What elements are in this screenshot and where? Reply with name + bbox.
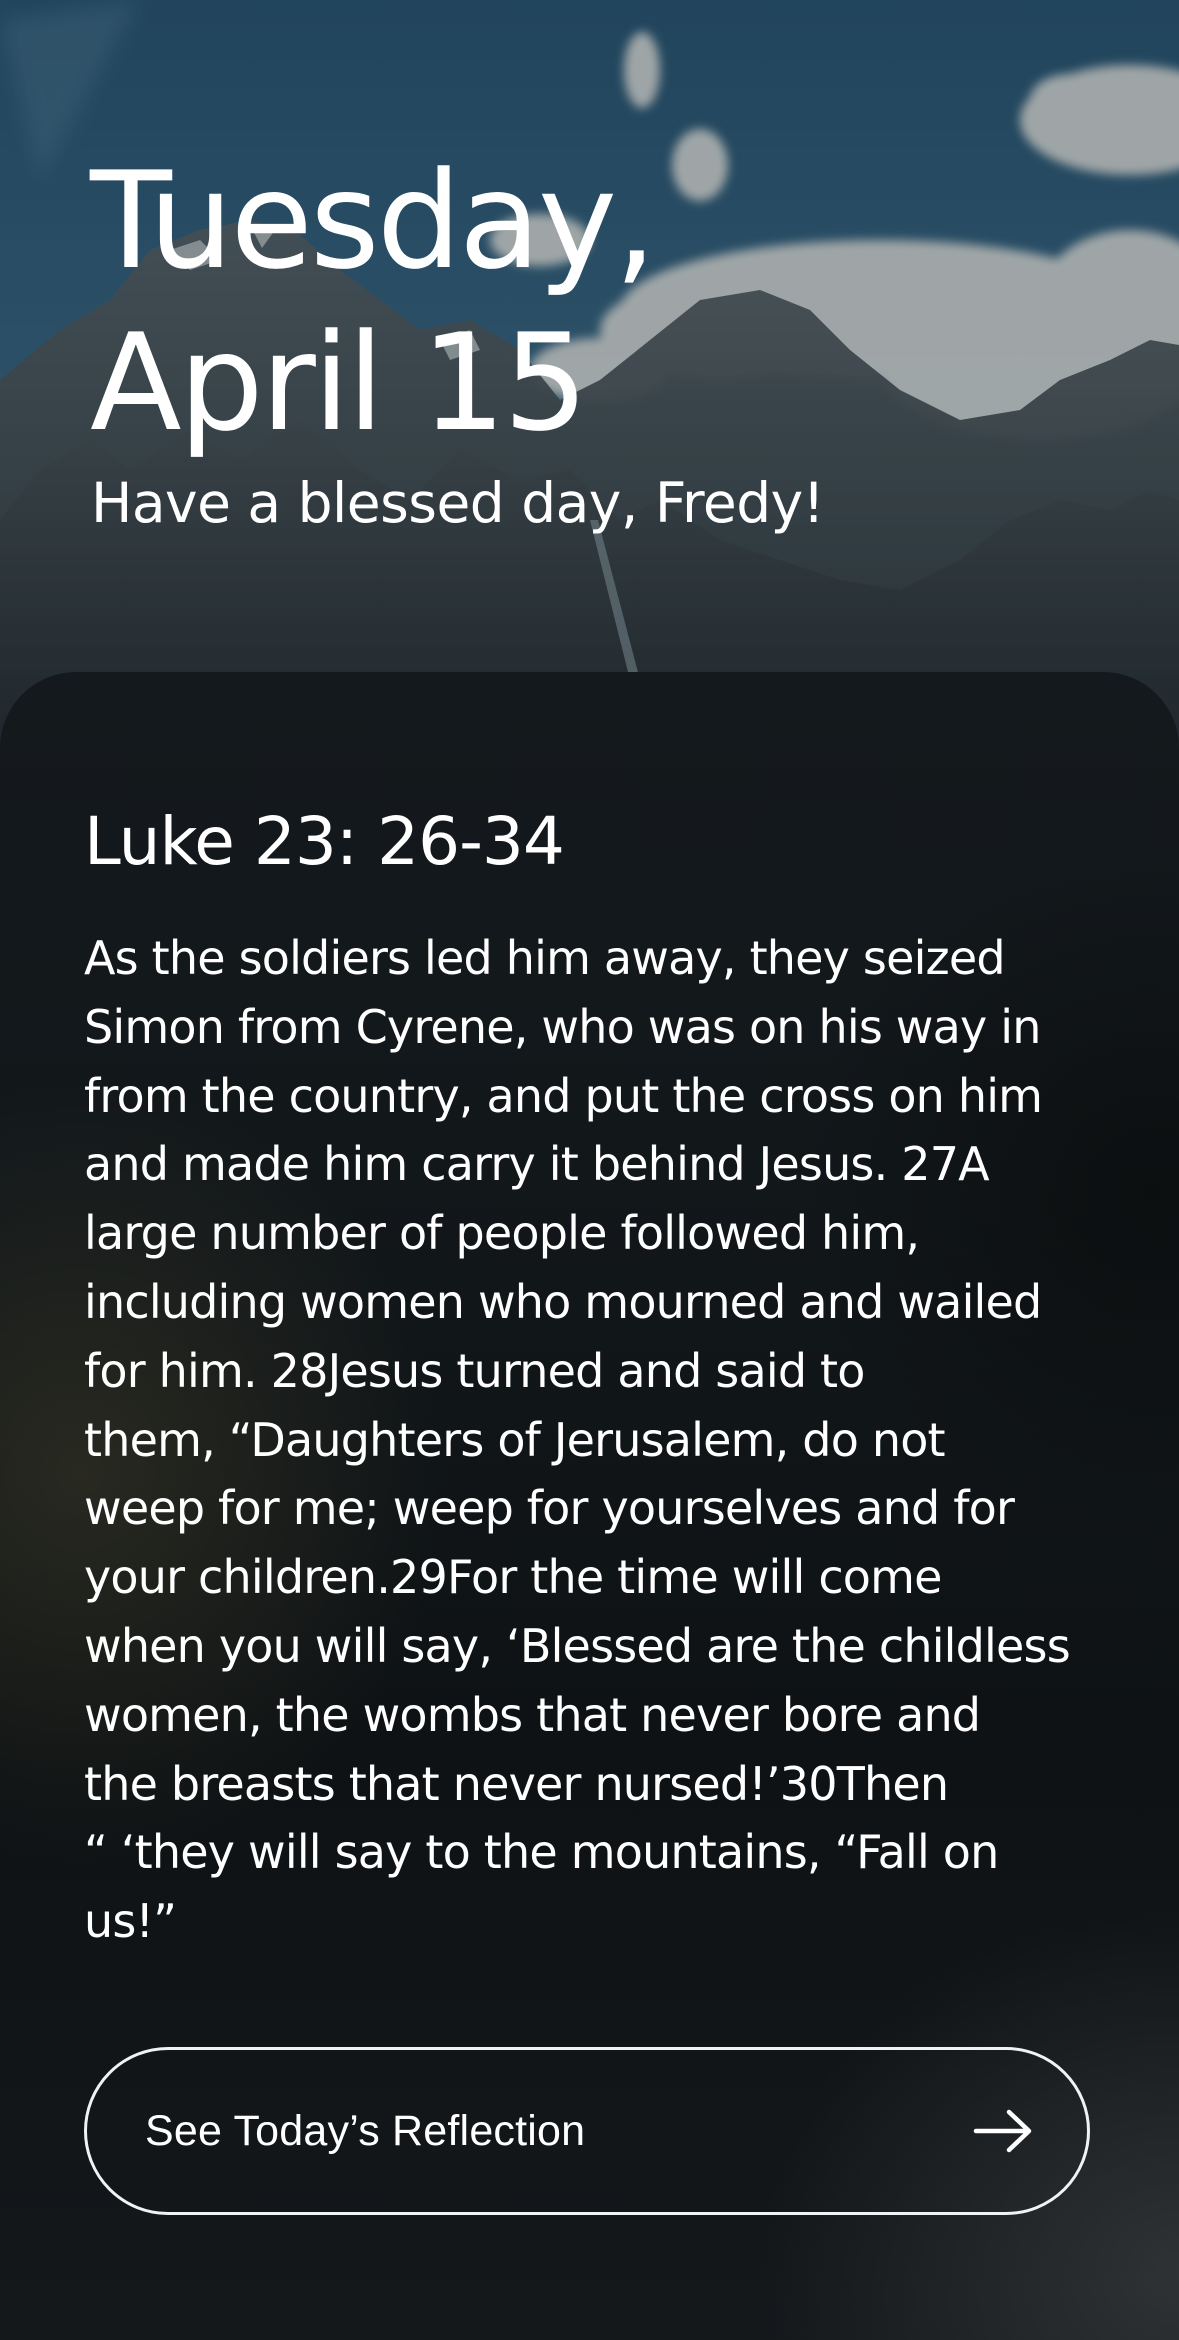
verse-line: women, the wombs that never bore and: [84, 1687, 981, 1742]
verse-text: As the soldiers led him away, they seize…: [84, 924, 1094, 1956]
verse-line: As the soldiers led him away, they seize…: [84, 931, 1006, 985]
date-heading: Tuesday, April 15: [90, 140, 657, 464]
verse-line: them, “Daughters of Jerusalem, do not: [84, 1412, 946, 1467]
verse-line: Simon from Cyrene, who was on his way in: [84, 999, 1041, 1054]
verse-line: and made him carry it behind Jesus. 27A: [84, 1137, 990, 1192]
verse-reference: Luke 23: 26-34: [84, 803, 565, 880]
verse-line: us!”: [84, 1894, 177, 1949]
hero-background: Tuesday, April 15 Have a blessed day, Fr…: [0, 0, 1179, 760]
see-reflection-label: See Today’s Reflection: [145, 2106, 586, 2155]
verse-line: large number of people followed him,: [84, 1206, 920, 1261]
weekday-label: Tuesday,: [90, 143, 657, 299]
verse-line: when you will say, ‘Blessed are the chil…: [84, 1618, 1071, 1673]
see-reflection-button[interactable]: See Today’s Reflection: [84, 2047, 1090, 2215]
verse-line: including women who mourned and wailed: [84, 1274, 1042, 1329]
verse-line: your children.29For the time will come: [84, 1550, 942, 1605]
verse-line: for him. 28Jesus turned and said to: [84, 1343, 865, 1398]
greeting-text: Have a blessed day, Fredy!: [91, 471, 825, 535]
verse-line: from the country, and put the cross on h…: [84, 1068, 1043, 1123]
verse-card: Luke 23: 26-34 As the soldiers led him a…: [0, 672, 1179, 2340]
arrow-right-icon: [973, 2109, 1032, 2153]
verse-line: the breasts that never nursed!’30Then: [84, 1756, 949, 1811]
verse-line: “ ‘they will say to the mountains, “Fall…: [84, 1825, 999, 1880]
verse-line: weep for me; weep for yourselves and for: [84, 1481, 1015, 1536]
date-label: April 15: [90, 305, 588, 461]
daily-verse-screen: Tuesday, April 15 Have a blessed day, Fr…: [0, 0, 1179, 2340]
